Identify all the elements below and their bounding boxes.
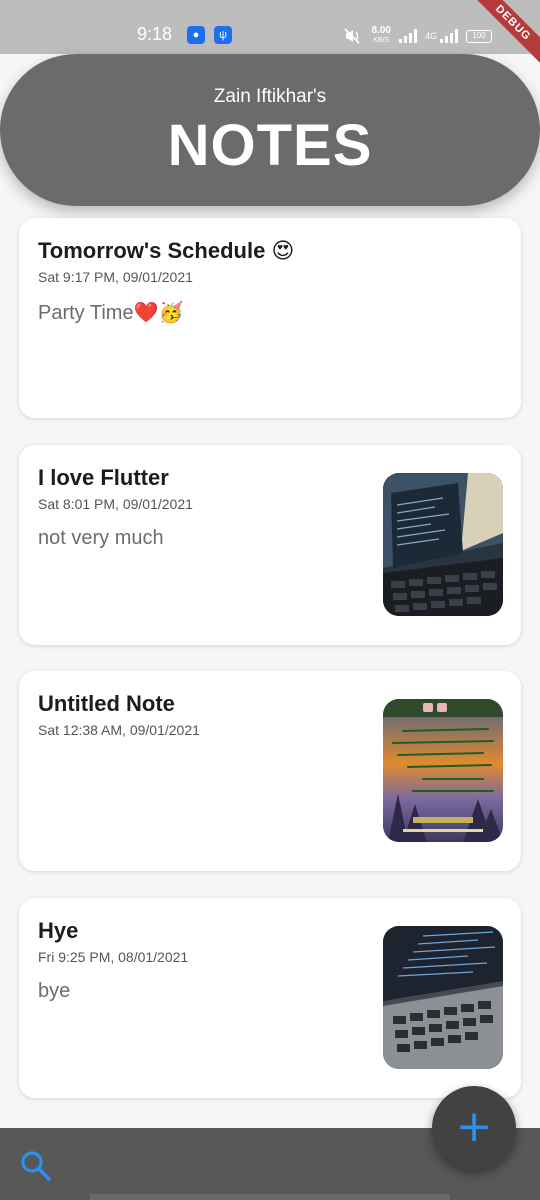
signal-icon <box>398 29 417 43</box>
note-body: not very much <box>38 527 164 549</box>
battery-icon: 100 <box>466 29 492 43</box>
note-image-laptop <box>383 473 503 616</box>
signal-icon-2 <box>440 29 458 43</box>
note-card[interactable]: Untitled Note Sat 12:38 AM, 09/01/2021 <box>19 671 521 871</box>
net-speed-value: 8.00 <box>371 25 391 36</box>
page-title: NOTES <box>167 113 373 178</box>
add-note-button[interactable]: + <box>432 1086 516 1170</box>
note-date: Sat 8:01 PM, 09/01/2021 <box>38 496 193 512</box>
note-title: I love Flutter <box>38 465 169 490</box>
status-indicators: 8.00 KB/S 4G 100 <box>343 23 492 49</box>
mute-icon <box>343 28 360 44</box>
note-body: bye <box>38 980 71 1002</box>
note-date: Sat 12:38 AM, 09/01/2021 <box>38 722 200 738</box>
net-speed-unit: KB/S <box>373 37 390 44</box>
status-time: 9:18 <box>137 24 173 44</box>
nav-gesture-bar <box>90 1194 450 1200</box>
note-date: Sat 9:17 PM, 09/01/2021 <box>38 269 193 285</box>
note-image-poetry <box>383 699 503 842</box>
note-title: Tomorrow's Schedule 😍 <box>38 238 295 263</box>
note-card[interactable]: Tomorrow's Schedule 😍 Sat 9:17 PM, 09/01… <box>19 218 521 418</box>
note-image-laptop-code <box>383 926 503 1069</box>
note-body: Party Time❤️🥳 <box>38 302 184 324</box>
note-date: Fri 9:25 PM, 08/01/2021 <box>38 949 189 965</box>
note-title: Untitled Note <box>38 691 175 716</box>
header-subtitle: Zain Iftikhar's <box>213 86 327 107</box>
search-icon[interactable] <box>18 1148 52 1182</box>
android-icon: ● <box>187 26 205 44</box>
header: Zain Iftikhar's NOTES <box>0 54 540 206</box>
note-card[interactable]: Hye Fri 9:25 PM, 08/01/2021 bye <box>19 898 521 1098</box>
note-title: Hye <box>38 918 79 943</box>
usb-icon: ψ <box>214 26 232 44</box>
status-bar: 9:18 ● ψ 8.00 KB/S 4G 100 <box>0 0 540 54</box>
note-card[interactable]: I love Flutter Sat 8:01 PM, 09/01/2021 n… <box>19 445 521 645</box>
net-speed: 8.00 KB/S <box>372 26 391 46</box>
network-type: 4G <box>424 30 437 41</box>
